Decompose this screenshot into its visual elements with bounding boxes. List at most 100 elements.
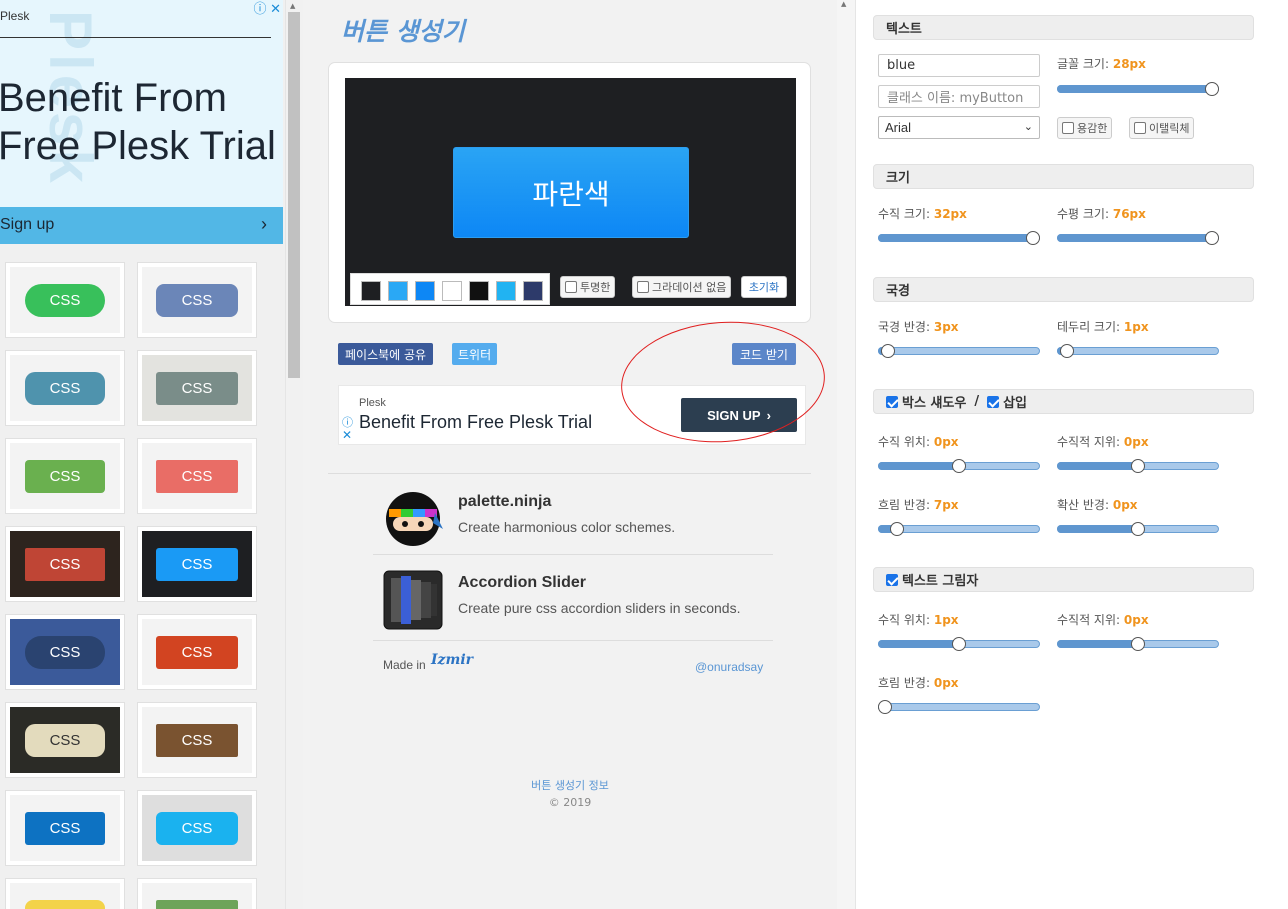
slider-thumb[interactable] <box>1131 522 1145 536</box>
checkbox-icon[interactable] <box>637 281 649 293</box>
text-shadow-vpos2-label-text: 수직적 지위: <box>1057 613 1121 627</box>
style-preset-tile[interactable]: CSS <box>5 262 125 338</box>
box-shadow-spread-slider[interactable] <box>1057 522 1219 536</box>
text-shadow-vpos-slider[interactable] <box>878 637 1040 651</box>
slider-thumb[interactable] <box>952 637 966 651</box>
text-shadow-vpos2-slider[interactable] <box>1057 637 1219 651</box>
italic-label: 이탤릭체 <box>1149 122 1190 135</box>
italic-toggle[interactable]: 이탤릭체 <box>1129 117 1195 139</box>
ad-info-close-icon[interactable]: ⓘ ✕ <box>253 0 281 17</box>
close-icon[interactable]: ✕ <box>342 428 352 442</box>
slider-thumb[interactable] <box>1205 231 1219 245</box>
reset-button[interactable]: 초기화 <box>741 276 787 298</box>
left-scrollbar[interactable]: ▲ <box>285 0 303 909</box>
left-column: Plesk Plesk ⓘ ✕ Benefit From Free Plesk … <box>0 0 285 909</box>
share-twitter-button[interactable]: 트위터 <box>452 343 498 365</box>
page-root: Plesk Plesk ⓘ ✕ Benefit From Free Plesk … <box>0 0 1288 909</box>
text-shadow-blur-slider[interactable] <box>878 700 1040 714</box>
slider-thumb[interactable] <box>878 700 892 714</box>
preview-card: 파란색 투명한 그라데이션 없음 초기화 <box>328 62 811 323</box>
color-swatch[interactable] <box>415 281 435 301</box>
checkbox-icon[interactable] <box>1134 122 1146 134</box>
style-preset-tile[interactable]: CSS <box>5 614 125 690</box>
slider-thumb[interactable] <box>889 522 904 536</box>
section-border-title: 국경 <box>886 284 910 299</box>
author-link[interactable]: @onuradsay <box>695 660 763 674</box>
section-size-title: 크기 <box>886 171 910 186</box>
scroll-up-icon[interactable]: ▲ <box>290 2 295 10</box>
font-select[interactable]: Arial ⌄ <box>878 116 1040 139</box>
color-swatch[interactable] <box>442 281 462 301</box>
style-preset-tile[interactable]: CSS <box>137 614 257 690</box>
box-shadow-vpos2-label-text: 수직적 지위: <box>1057 435 1121 449</box>
slider-thumb[interactable] <box>1026 231 1040 245</box>
scroll-up-icon[interactable]: ▲ <box>841 0 846 8</box>
checkbox-icon[interactable] <box>1062 122 1074 134</box>
preset-button-sample: CSS <box>25 459 105 493</box>
slider-thumb[interactable] <box>952 459 966 473</box>
button-text-input[interactable]: blue <box>878 54 1040 77</box>
chevron-down-icon: ⌄ <box>1023 121 1033 133</box>
tile-background: CSS <box>10 619 120 685</box>
border-radius-slider[interactable] <box>878 344 1040 358</box>
slider-thumb[interactable] <box>880 344 895 358</box>
color-swatch[interactable] <box>388 281 408 301</box>
scrollbar-thumb[interactable] <box>288 12 300 378</box>
style-preset-tile[interactable]: CSS <box>137 702 257 778</box>
style-preset-tile[interactable]: CSS <box>137 262 257 338</box>
tile-background: CSS <box>142 531 252 597</box>
about-link[interactable]: 버튼 생성기 정보 <box>303 777 837 793</box>
color-swatch[interactable] <box>361 281 381 301</box>
style-preset-tile[interactable]: CSS <box>5 526 125 602</box>
text-shadow-vpos-label-text: 수직 위치: <box>878 613 931 627</box>
style-preset-tile[interactable]: CSS <box>5 878 125 909</box>
style-preset-tile[interactable]: CSS <box>137 350 257 426</box>
main-scrollbar[interactable]: ▲ <box>837 0 855 909</box>
color-swatch[interactable] <box>469 281 489 301</box>
color-swatch[interactable] <box>523 281 543 301</box>
preset-button-sample: CSS <box>156 371 238 405</box>
checkbox-icon[interactable] <box>565 281 577 293</box>
style-preset-tile[interactable]: CSS <box>137 526 257 602</box>
slider-thumb[interactable] <box>1205 82 1219 96</box>
border-radius-value: 3px <box>933 320 959 334</box>
style-preset-tile[interactable]: CSS <box>5 350 125 426</box>
left-ad[interactable]: Plesk Plesk ⓘ ✕ Benefit From Free Plesk … <box>0 0 283 244</box>
slider-thumb[interactable] <box>1131 637 1145 651</box>
transparent-toggle[interactable]: 투명한 <box>560 276 616 298</box>
horizontal-size-slider[interactable] <box>1057 231 1219 245</box>
vertical-size-slider[interactable] <box>878 231 1040 245</box>
preset-button-sample: CSS <box>25 283 105 317</box>
slider-fill <box>1057 234 1212 242</box>
ad-signup-button[interactable]: Sign up › <box>0 207 283 244</box>
inset-checkbox[interactable] <box>987 395 1000 408</box>
promo-description: Create harmonious color schemes. <box>458 519 676 535</box>
style-preset-tile[interactable]: CSS <box>5 438 125 514</box>
font-size-slider[interactable] <box>1057 82 1219 96</box>
slider-track[interactable] <box>878 347 1040 355</box>
share-facebook-button[interactable]: 페이스북에 공유 <box>338 343 434 365</box>
style-preset-tile[interactable]: CSS <box>5 790 125 866</box>
style-preset-tile[interactable]: CSS <box>137 878 257 909</box>
box-shadow-checkbox[interactable] <box>886 395 898 408</box>
bold-toggle[interactable]: 용감한 <box>1057 117 1113 139</box>
slider-thumb[interactable] <box>1059 344 1074 358</box>
slider-track[interactable] <box>1057 347 1219 355</box>
box-shadow-blur-slider[interactable] <box>878 522 1040 536</box>
slider-track[interactable] <box>878 703 1040 711</box>
style-preset-tile[interactable]: CSS <box>5 702 125 778</box>
preview-button[interactable]: 파란색 <box>453 147 689 238</box>
style-preset-tile[interactable]: CSS <box>137 438 257 514</box>
tile-background: CSS <box>10 795 120 861</box>
preset-button-sample: CSS <box>25 811 105 845</box>
border-size-slider[interactable] <box>1057 344 1219 358</box>
no-gradient-toggle[interactable]: 그라데이션 없음 <box>632 276 732 298</box>
text-shadow-checkbox[interactable] <box>886 573 898 586</box>
style-preset-tile[interactable]: CSS <box>137 790 257 866</box>
tile-background: CSS <box>10 355 120 421</box>
class-name-input[interactable]: 클래스 이름: myButton <box>878 85 1040 108</box>
box-shadow-vpos2-slider[interactable] <box>1057 459 1219 473</box>
box-shadow-vpos-slider[interactable] <box>878 459 1040 473</box>
color-swatch[interactable] <box>496 281 516 301</box>
slider-thumb[interactable] <box>1131 459 1145 473</box>
